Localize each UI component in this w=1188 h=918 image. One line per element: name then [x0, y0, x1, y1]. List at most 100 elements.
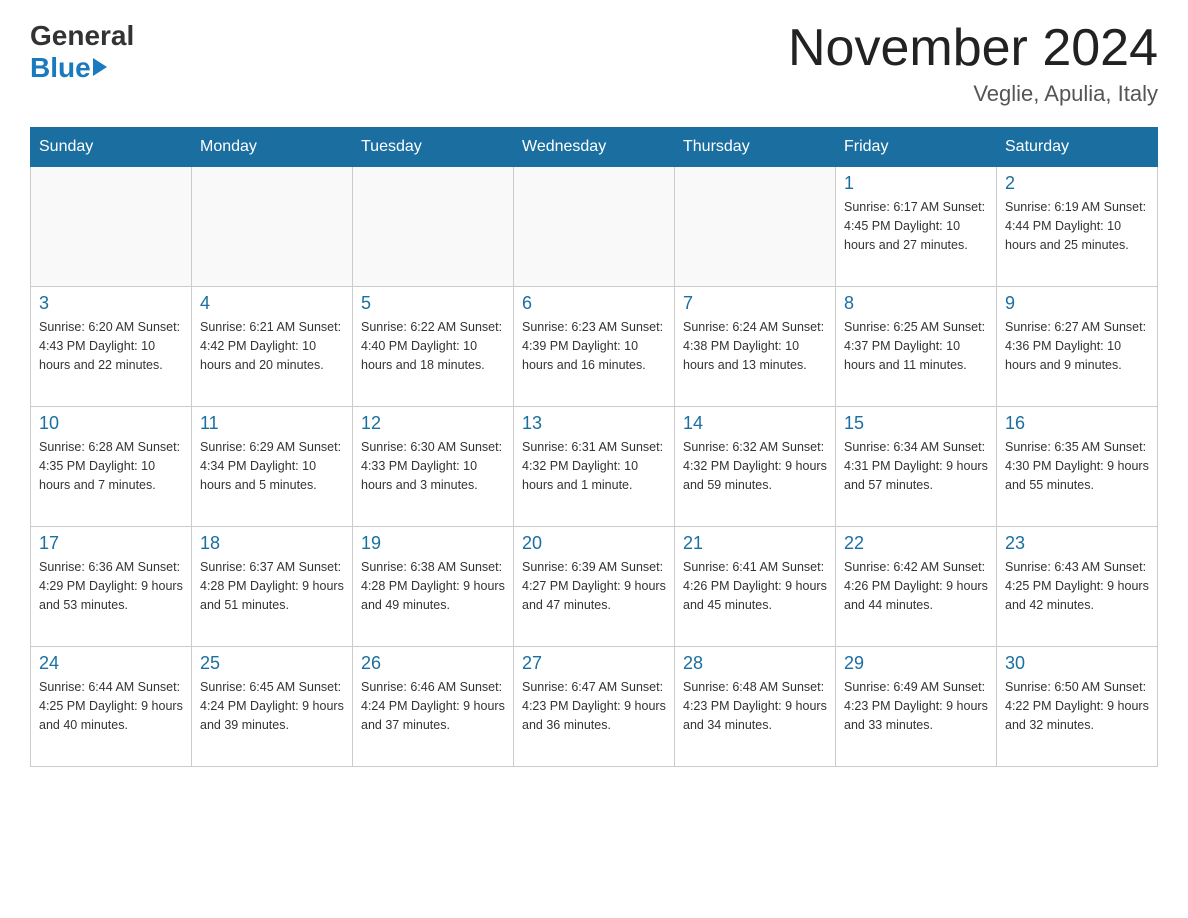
calendar-cell: 22Sunrise: 6:42 AM Sunset: 4:26 PM Dayli… [836, 527, 997, 647]
day-info: Sunrise: 6:25 AM Sunset: 4:37 PM Dayligh… [844, 318, 988, 374]
calendar-cell: 30 Sunrise: 6:50 AM Sunset: 4:22 PM Dayli… [997, 647, 1158, 767]
day-number: 30 [1005, 653, 1149, 674]
calendar-cell: 25 Sunrise: 6:45 AM Sunset: 4:24 PM Dayli… [192, 647, 353, 767]
calendar-title: November 2024 [788, 20, 1158, 77]
day-number: 20 [522, 533, 666, 554]
calendar-cell: 23 Sunrise: 6:43 AM Sunset: 4:25 PM Dayli… [997, 527, 1158, 647]
calendar-cell: 28 Sunrise: 6:48 AM Sunset: 4:23 PM Dayli… [675, 647, 836, 767]
calendar-cell: 13Sunrise: 6:31 AM Sunset: 4:32 PM Dayli… [514, 407, 675, 527]
day-info: Sunrise: 6:49 AM Sunset: 4:23 PM Dayligh… [844, 678, 988, 734]
day-info: Sunrise: 6:43 AM Sunset: 4:25 PM Dayligh… [1005, 558, 1149, 614]
day-info: Sunrise: 6:21 AM Sunset: 4:42 PM Dayligh… [200, 318, 344, 374]
day-number: 2 [1005, 173, 1149, 194]
day-info: Sunrise: 6:20 AM Sunset: 4:43 PM Dayligh… [39, 318, 183, 374]
day-info: Sunrise: 6:22 AM Sunset: 4:40 PM Dayligh… [361, 318, 505, 374]
day-info: Sunrise: 6:28 AM Sunset: 4:35 PM Dayligh… [39, 438, 183, 494]
calendar-cell: 24Sunrise: 6:44 AM Sunset: 4:25 PM Dayli… [31, 647, 192, 767]
day-info: Sunrise: 6:47 AM Sunset: 4:23 PM Dayligh… [522, 678, 666, 734]
weekday-header-row: SundayMondayTuesdayWednesdayThursdayFrid… [31, 128, 1158, 167]
day-info: Sunrise: 6:17 AM Sunset: 4:45 PM Dayligh… [844, 198, 988, 254]
day-info: Sunrise: 6:48 AM Sunset: 4:23 PM Dayligh… [683, 678, 827, 734]
day-number: 28 [683, 653, 827, 674]
calendar-table: SundayMondayTuesdayWednesdayThursdayFrid… [30, 127, 1158, 767]
calendar-cell: 8 Sunrise: 6:25 AM Sunset: 4:37 PM Daylig… [836, 287, 997, 407]
day-info: Sunrise: 6:29 AM Sunset: 4:34 PM Dayligh… [200, 438, 344, 494]
calendar-cell: 16 Sunrise: 6:35 AM Sunset: 4:30 PM Dayli… [997, 407, 1158, 527]
logo: General Blue [30, 20, 134, 84]
page-header: General Blue November 2024 Veglie, Apuli… [30, 20, 1158, 107]
day-number: 9 [1005, 293, 1149, 314]
week-row-1: 1 Sunrise: 6:17 AM Sunset: 4:45 PM Daylig… [31, 167, 1158, 287]
calendar-cell: 21Sunrise: 6:41 AM Sunset: 4:26 PM Dayli… [675, 527, 836, 647]
day-info: Sunrise: 6:45 AM Sunset: 4:24 PM Dayligh… [200, 678, 344, 734]
day-number: 11 [200, 413, 344, 434]
calendar-cell: 1 Sunrise: 6:17 AM Sunset: 4:45 PM Daylig… [836, 167, 997, 287]
day-number: 19 [361, 533, 505, 554]
day-number: 14 [683, 413, 827, 434]
calendar-cell: 7 Sunrise: 6:24 AM Sunset: 4:38 PM Daylig… [675, 287, 836, 407]
day-info: Sunrise: 6:23 AM Sunset: 4:39 PM Dayligh… [522, 318, 666, 374]
week-row-5: 24Sunrise: 6:44 AM Sunset: 4:25 PM Dayli… [31, 647, 1158, 767]
day-number: 17 [39, 533, 183, 554]
calendar-cell: 20 Sunrise: 6:39 AM Sunset: 4:27 PM Dayli… [514, 527, 675, 647]
calendar-cell: 9 Sunrise: 6:27 AM Sunset: 4:36 PM Daylig… [997, 287, 1158, 407]
day-info: Sunrise: 6:34 AM Sunset: 4:31 PM Dayligh… [844, 438, 988, 494]
day-number: 4 [200, 293, 344, 314]
calendar-cell: 6 Sunrise: 6:23 AM Sunset: 4:39 PM Daylig… [514, 287, 675, 407]
calendar-cell: 2 Sunrise: 6:19 AM Sunset: 4:44 PM Daylig… [997, 167, 1158, 287]
weekday-header-sunday: Sunday [31, 128, 192, 167]
day-info: Sunrise: 6:38 AM Sunset: 4:28 PM Dayligh… [361, 558, 505, 614]
calendar-cell: 19 Sunrise: 6:38 AM Sunset: 4:28 PM Dayli… [353, 527, 514, 647]
calendar-cell: 5 Sunrise: 6:22 AM Sunset: 4:40 PM Daylig… [353, 287, 514, 407]
calendar-cell: 3 Sunrise: 6:20 AM Sunset: 4:43 PM Daylig… [31, 287, 192, 407]
day-number: 21 [683, 533, 827, 554]
day-number: 26 [361, 653, 505, 674]
calendar-cell: 27Sunrise: 6:47 AM Sunset: 4:23 PM Dayli… [514, 647, 675, 767]
day-number: 12 [361, 413, 505, 434]
week-row-4: 17 Sunrise: 6:36 AM Sunset: 4:29 PM Dayli… [31, 527, 1158, 647]
day-number: 8 [844, 293, 988, 314]
day-number: 16 [1005, 413, 1149, 434]
calendar-cell [675, 167, 836, 287]
day-number: 25 [200, 653, 344, 674]
week-row-3: 10 Sunrise: 6:28 AM Sunset: 4:35 PM Dayli… [31, 407, 1158, 527]
day-number: 23 [1005, 533, 1149, 554]
week-row-2: 3 Sunrise: 6:20 AM Sunset: 4:43 PM Daylig… [31, 287, 1158, 407]
day-number: 10 [39, 413, 183, 434]
calendar-cell [31, 167, 192, 287]
day-number: 7 [683, 293, 827, 314]
day-number: 5 [361, 293, 505, 314]
day-number: 6 [522, 293, 666, 314]
day-number: 3 [39, 293, 183, 314]
day-number: 22 [844, 533, 988, 554]
weekday-header-monday: Monday [192, 128, 353, 167]
calendar-cell: 26Sunrise: 6:46 AM Sunset: 4:24 PM Dayli… [353, 647, 514, 767]
day-number: 1 [844, 173, 988, 194]
logo-triangle-icon [93, 58, 107, 76]
weekday-header-wednesday: Wednesday [514, 128, 675, 167]
calendar-cell: 17 Sunrise: 6:36 AM Sunset: 4:29 PM Dayli… [31, 527, 192, 647]
calendar-title-area: November 2024 Veglie, Apulia, Italy [788, 20, 1158, 107]
day-info: Sunrise: 6:24 AM Sunset: 4:38 PM Dayligh… [683, 318, 827, 374]
day-info: Sunrise: 6:35 AM Sunset: 4:30 PM Dayligh… [1005, 438, 1149, 494]
day-number: 15 [844, 413, 988, 434]
calendar-cell: 15 Sunrise: 6:34 AM Sunset: 4:31 PM Dayli… [836, 407, 997, 527]
weekday-header-thursday: Thursday [675, 128, 836, 167]
day-info: Sunrise: 6:39 AM Sunset: 4:27 PM Dayligh… [522, 558, 666, 614]
calendar-cell: 4 Sunrise: 6:21 AM Sunset: 4:42 PM Daylig… [192, 287, 353, 407]
day-info: Sunrise: 6:50 AM Sunset: 4:22 PM Dayligh… [1005, 678, 1149, 734]
day-info: Sunrise: 6:36 AM Sunset: 4:29 PM Dayligh… [39, 558, 183, 614]
day-info: Sunrise: 6:44 AM Sunset: 4:25 PM Dayligh… [39, 678, 183, 734]
weekday-header-friday: Friday [836, 128, 997, 167]
day-info: Sunrise: 6:32 AM Sunset: 4:32 PM Dayligh… [683, 438, 827, 494]
calendar-cell: 12 Sunrise: 6:30 AM Sunset: 4:33 PM Dayli… [353, 407, 514, 527]
calendar-cell [192, 167, 353, 287]
day-number: 18 [200, 533, 344, 554]
day-info: Sunrise: 6:30 AM Sunset: 4:33 PM Dayligh… [361, 438, 505, 494]
calendar-cell: 10 Sunrise: 6:28 AM Sunset: 4:35 PM Dayli… [31, 407, 192, 527]
calendar-cell: 14 Sunrise: 6:32 AM Sunset: 4:32 PM Dayli… [675, 407, 836, 527]
day-info: Sunrise: 6:27 AM Sunset: 4:36 PM Dayligh… [1005, 318, 1149, 374]
day-info: Sunrise: 6:19 AM Sunset: 4:44 PM Dayligh… [1005, 198, 1149, 254]
calendar-cell: 29Sunrise: 6:49 AM Sunset: 4:23 PM Dayli… [836, 647, 997, 767]
day-info: Sunrise: 6:37 AM Sunset: 4:28 PM Dayligh… [200, 558, 344, 614]
